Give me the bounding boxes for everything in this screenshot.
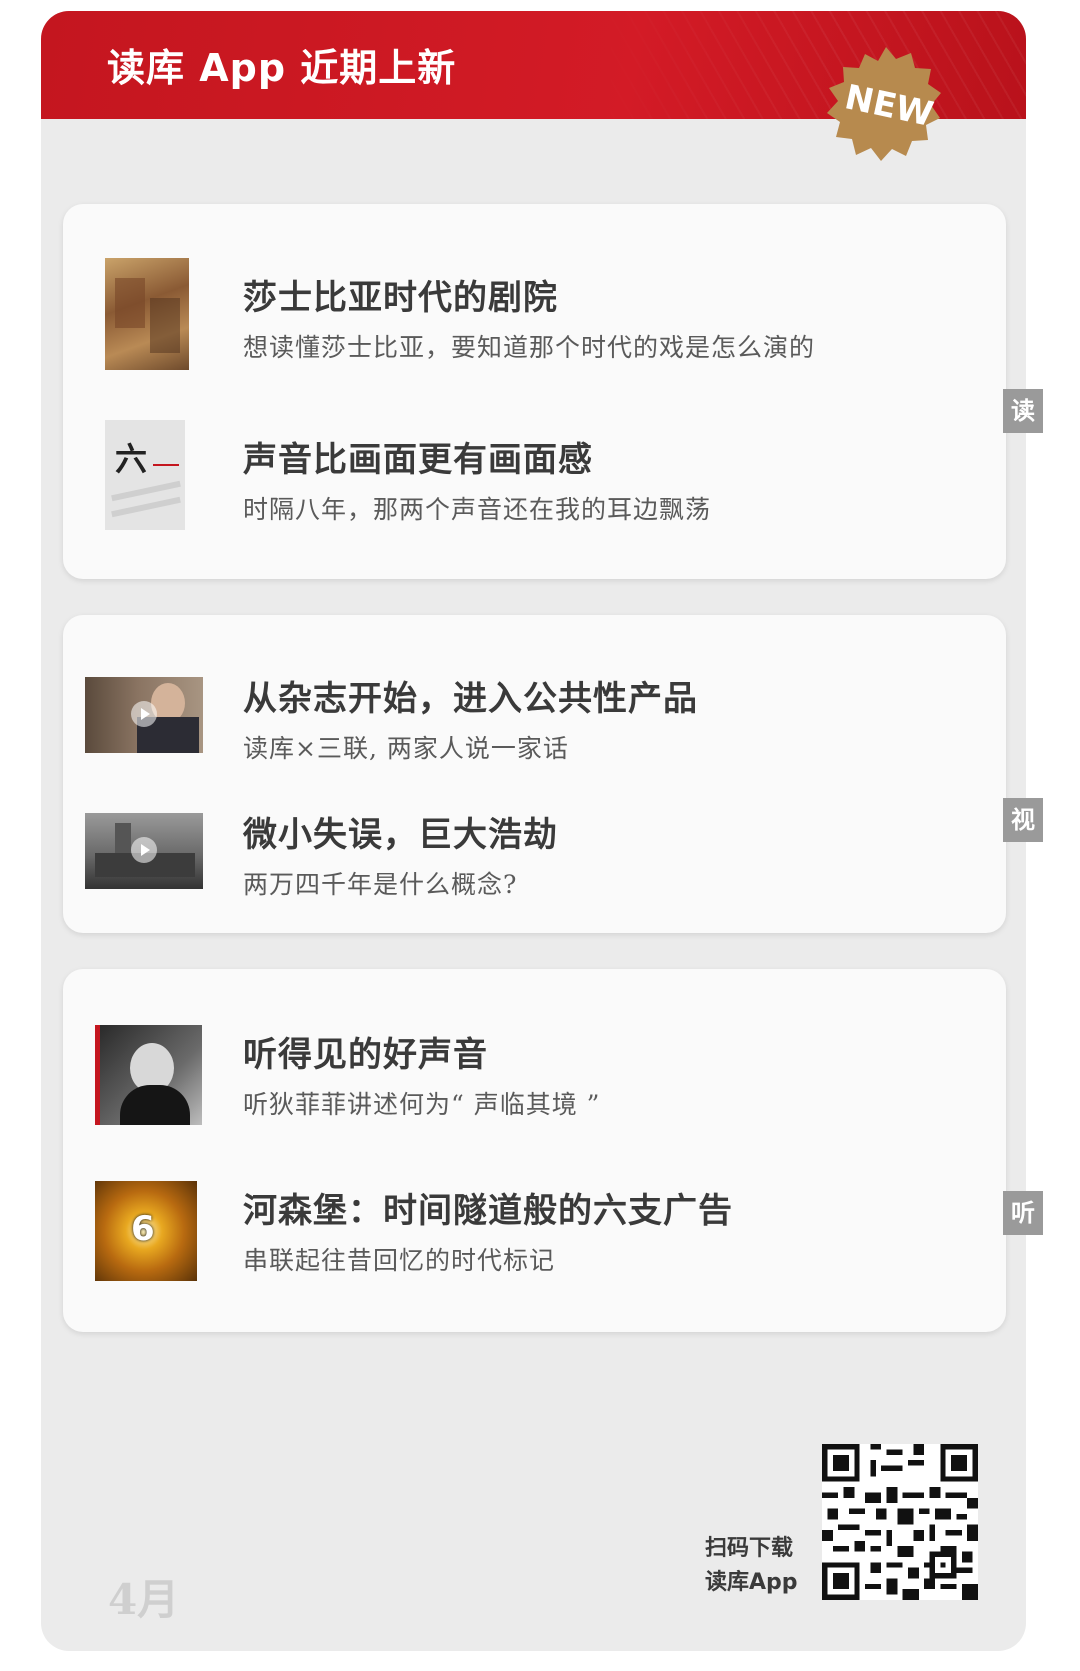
video-thumbnail <box>85 813 203 889</box>
item-title: 声音比画面更有画面感 <box>243 440 593 480</box>
item-subtitle: 两万四千年是什么概念? <box>243 870 518 899</box>
item-title: 听得见的好声音 <box>243 1035 488 1075</box>
thumb-text: 六 <box>115 440 148 478</box>
list-item[interactable]: 听得见的好声音 听狄菲菲讲述何为“ 声临其境 ” <box>63 1023 1006 1128</box>
content-panel: 读库 App 近期上新 NEW 莎士比亚时代的剧院 想读懂莎士比亚，要知道那个时… <box>41 11 1026 1651</box>
item-thumbnail: 六 <box>105 420 185 530</box>
read-card: 莎士比亚时代的剧院 想读懂莎士比亚，要知道那个时代的戏是怎么演的 六 声音比画面… <box>63 204 1006 579</box>
item-subtitle: 时隔八年，那两个声音还在我的耳边飘荡 <box>243 495 712 524</box>
video-thumbnail <box>85 677 203 753</box>
item-title: 微小失误，巨大浩劫 <box>243 815 558 855</box>
play-icon <box>131 701 157 727</box>
audio-thumbnail: 6 <box>95 1181 197 1281</box>
list-item[interactable]: 微小失误，巨大浩劫 两万四千年是什么概念? <box>63 801 1006 906</box>
item-subtitle: 听狄菲菲讲述何为“ 声临其境 ” <box>243 1090 601 1119</box>
item-title: 河森堡：时间隧道般的六支广告 <box>243 1191 733 1231</box>
download-prompt-line1: 扫码下载 <box>705 1536 794 1561</box>
download-prompt-line2: 读库App <box>705 1570 798 1595</box>
qr-code-icon[interactable] <box>822 1444 978 1600</box>
tab-read[interactable]: 读 <box>1003 389 1043 433</box>
listen-card: 听得见的好声音 听狄菲菲讲述何为“ 声临其境 ” 6 河森堡：时间隧道般的六支广… <box>63 969 1006 1332</box>
list-item[interactable]: 从杂志开始，进入公共性产品 读库×三联, 两家人说一家话 <box>63 665 1006 770</box>
thumb-text: 6 <box>131 1209 155 1249</box>
item-title: 从杂志开始，进入公共性产品 <box>243 679 698 719</box>
play-icon <box>131 837 157 863</box>
month-label: 4月 <box>108 1575 180 1624</box>
list-item[interactable]: 六 声音比画面更有画面感 时隔八年，那两个声音还在我的耳边飘荡 <box>63 418 1006 533</box>
download-prompt: 扫码下载 读库App <box>705 1532 798 1600</box>
list-item[interactable]: 6 河森堡：时间隧道般的六支广告 串联起往昔回忆的时代标记 <box>63 1179 1006 1284</box>
item-subtitle: 想读懂莎士比亚，要知道那个时代的戏是怎么演的 <box>243 333 816 362</box>
watch-card: 从杂志开始，进入公共性产品 读库×三联, 两家人说一家话 微小失误，巨大浩劫 两… <box>63 615 1006 933</box>
tab-watch[interactable]: 视 <box>1003 798 1043 842</box>
audio-thumbnail <box>95 1025 202 1125</box>
item-title: 莎士比亚时代的剧院 <box>243 278 558 318</box>
item-thumbnail <box>105 258 189 370</box>
new-badge: NEW <box>827 47 941 161</box>
header-title: 读库 App 近期上新 <box>107 46 457 90</box>
list-item[interactable]: 莎士比亚时代的剧院 想读懂莎士比亚，要知道那个时代的戏是怎么演的 <box>63 256 1006 371</box>
item-subtitle: 读库×三联, 两家人说一家话 <box>243 734 569 763</box>
tab-listen[interactable]: 听 <box>1003 1191 1043 1235</box>
item-subtitle: 串联起往昔回忆的时代标记 <box>243 1246 556 1275</box>
